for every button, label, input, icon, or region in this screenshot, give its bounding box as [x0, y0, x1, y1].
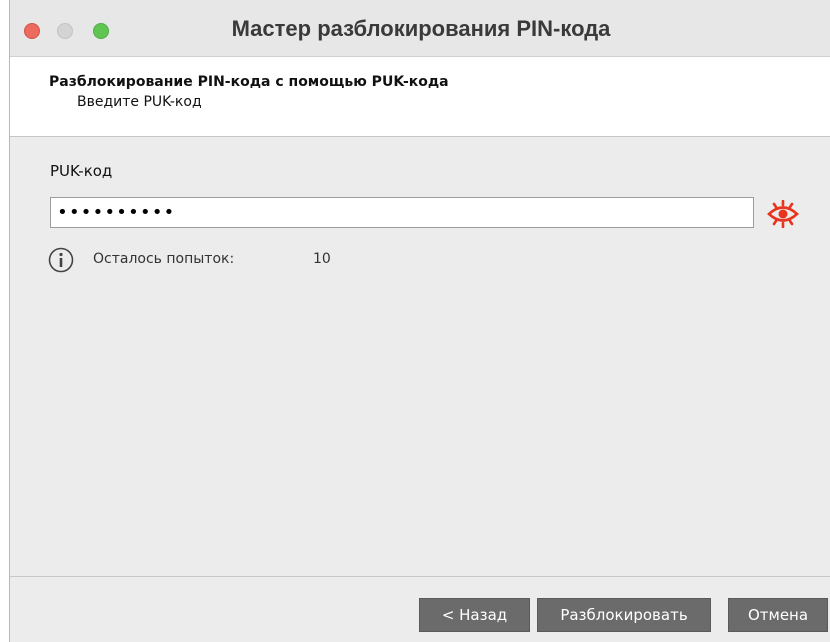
- info-icon: [48, 247, 74, 273]
- cancel-button[interactable]: Отмена: [728, 598, 828, 632]
- title-bar[interactable]: Мастер разблокирования PIN-кода: [10, 0, 830, 57]
- eye-icon: [767, 199, 799, 229]
- wizard-header: Разблокирование PIN-кода с помощью PUK-к…: [10, 57, 830, 137]
- footer-divider: [10, 576, 830, 577]
- step-subtitle: Введите PUK-код: [77, 94, 202, 110]
- attempts-remaining-label: Осталось попыток:: [93, 251, 235, 267]
- unlock-pin-dialog: Мастер разблокирования PIN-кода Разблоки…: [9, 0, 830, 642]
- puk-input[interactable]: [50, 197, 754, 228]
- attempts-remaining-value: 10: [313, 251, 331, 267]
- back-button[interactable]: < Назад: [419, 598, 530, 632]
- puk-field-label: PUK-код: [50, 162, 113, 180]
- show-password-button[interactable]: [766, 199, 800, 229]
- window-title: Мастер разблокирования PIN-кода: [231, 16, 611, 41]
- step-title: Разблокирование PIN-кода с помощью PUK-к…: [49, 74, 449, 90]
- unlock-button[interactable]: Разблокировать: [537, 598, 711, 632]
